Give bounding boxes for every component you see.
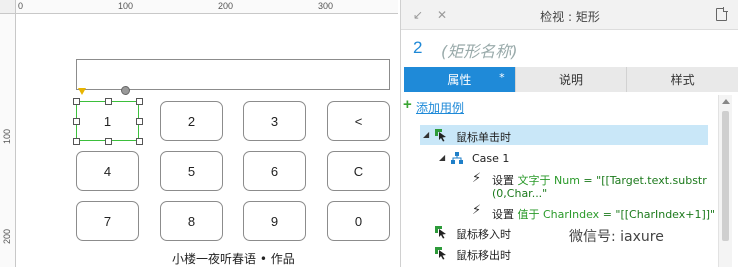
- event-row-mouse-leave[interactable]: 鼠标移出时: [420, 243, 708, 263]
- key-5[interactable]: 5: [160, 151, 223, 191]
- collapse-icon[interactable]: ◢: [439, 153, 445, 162]
- inspector-title: 检视 : 矩形: [540, 10, 600, 24]
- key-4[interactable]: 4: [76, 151, 139, 191]
- plus-icon[interactable]: +: [403, 97, 412, 112]
- scroll-thumb[interactable]: [722, 111, 729, 241]
- action-prefix: 设置: [492, 208, 514, 221]
- ruler-label: 0: [18, 1, 24, 11]
- resize-handle[interactable]: [73, 138, 80, 145]
- shape-index: 2: [413, 38, 423, 57]
- tab-style[interactable]: 样式: [627, 67, 738, 92]
- tab-notes[interactable]: 说明: [515, 67, 628, 92]
- design-canvas[interactable]: 0 100 200 300 100 200 1 2 3 < 4 5 6 C 7 …: [0, 0, 398, 267]
- collapse-icon[interactable]: ◢: [423, 130, 429, 139]
- lightning-icon: ⚡: [472, 171, 482, 186]
- action-text: 设置 值于 CharIndex = "[[CharIndex+1]]": [492, 206, 715, 222]
- resize-handle[interactable]: [105, 138, 112, 145]
- wechat-watermark: 微信号: iaxure: [566, 226, 667, 246]
- event-label: 鼠标移出时: [456, 249, 511, 262]
- action-text: 设置 文字于 Num = "[[Target.text.substr: [492, 172, 707, 188]
- lightning-icon: ⚡: [472, 203, 482, 218]
- resize-handle[interactable]: [105, 98, 112, 105]
- tab-label: 样式: [670, 73, 695, 87]
- ruler-label: 100: [118, 1, 134, 11]
- interaction-tree: ◢ 鼠标单击时 ◢ Case 1 ⚡ 设置 文字于 Num = "[[Targe…: [400, 118, 718, 267]
- ruler-label: 200: [2, 228, 12, 244]
- case-row[interactable]: ◢ Case 1: [436, 148, 708, 168]
- key-clear[interactable]: C: [327, 151, 390, 191]
- key-8[interactable]: 8: [160, 201, 223, 241]
- resize-handle[interactable]: [136, 138, 143, 145]
- ruler-corner: [0, 0, 16, 14]
- ruler-label: 200: [218, 1, 234, 11]
- action-value: = "[[CharIndex+1]]": [602, 208, 716, 221]
- case-label: Case 1: [472, 152, 510, 165]
- key-1[interactable]: 1: [76, 101, 139, 141]
- event-cursor-icon: [435, 129, 446, 142]
- key-9[interactable]: 9: [243, 201, 306, 241]
- tab-label: 说明: [559, 73, 584, 87]
- event-cursor-icon: [435, 226, 446, 239]
- event-row-click[interactable]: ◢ 鼠标单击时: [420, 125, 708, 145]
- action-target: 值于 CharIndex: [517, 208, 600, 221]
- ruler-top: 0 100 200 300: [16, 0, 398, 14]
- event-label: 鼠标单击时: [456, 131, 511, 144]
- ruler-label: 300: [318, 1, 334, 11]
- anchor-triangle-icon[interactable]: [78, 88, 86, 95]
- action-row-set-value[interactable]: ⚡ 设置 值于 CharIndex = "[[CharIndex+1]]": [470, 202, 715, 222]
- event-label: 鼠标移入时: [456, 228, 511, 241]
- resize-handle[interactable]: [136, 98, 143, 105]
- event-cursor-icon: [435, 247, 446, 260]
- scroll-up-icon[interactable]: [722, 99, 730, 104]
- action-value-cont: (0,Char...": [492, 187, 548, 200]
- shape-name-row: 2 (矩形名称): [401, 30, 738, 67]
- case-icon: [451, 152, 463, 164]
- inspector-tabs: 属性 * 说明 样式: [404, 67, 738, 92]
- key-6[interactable]: 6: [243, 151, 306, 191]
- ruler-label: 100: [2, 128, 12, 144]
- action-prefix: 设置: [492, 174, 514, 187]
- inspector-title-bar: ↙ ✕ 检视 : 矩形: [401, 0, 738, 30]
- action-target: 文字于 Num: [517, 174, 580, 187]
- inspector-scrollbar[interactable]: [718, 95, 732, 267]
- document-icon[interactable]: [716, 7, 728, 21]
- ruler-left: 100 200: [0, 14, 16, 267]
- key-7[interactable]: 7: [76, 201, 139, 241]
- action-value: = "[[Target.text.substr: [583, 174, 707, 187]
- credit-text: 小楼一夜听春语 • 作品: [172, 252, 295, 266]
- rotation-handle[interactable]: [121, 86, 130, 95]
- modified-star: *: [499, 71, 505, 84]
- resize-handle[interactable]: [136, 118, 143, 125]
- tab-properties[interactable]: 属性 *: [404, 67, 516, 92]
- key-2[interactable]: 2: [160, 101, 223, 141]
- shape-name-field[interactable]: (矩形名称): [441, 38, 518, 62]
- tab-label: 属性: [447, 73, 472, 87]
- resize-handle[interactable]: [73, 98, 80, 105]
- resize-handle[interactable]: [73, 118, 80, 125]
- key-3[interactable]: 3: [243, 101, 306, 141]
- action-row-set-text[interactable]: ⚡ 设置 文字于 Num = "[[Target.text.substr (0,…: [470, 170, 710, 204]
- key-backspace[interactable]: <: [327, 101, 390, 141]
- add-case-link[interactable]: 添加用例: [416, 99, 464, 116]
- key-0[interactable]: 0: [327, 201, 390, 241]
